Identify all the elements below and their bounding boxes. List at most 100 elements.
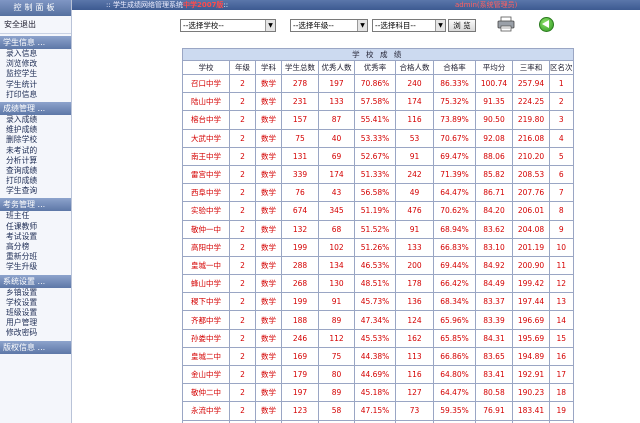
table-cell: 数学: [255, 401, 282, 421]
sidebar-item[interactable]: 班级设置: [0, 308, 71, 318]
table-cell: 66.42%: [433, 274, 476, 294]
sidebar-item[interactable]: 学生统计: [0, 80, 71, 90]
brand-label: 中学2007版: [182, 1, 224, 9]
sidebar-item[interactable]: 录入成绩: [0, 115, 71, 125]
subject-select-value: --选择科目--: [375, 21, 416, 30]
sidebar-item[interactable]: 打印成绩: [0, 176, 71, 186]
table-cell: 199.42: [512, 274, 550, 294]
sidebar-item[interactable]: 学生升级: [0, 262, 71, 272]
table-row: 雷宫中学 2 数学 339 174 51.33% 242 71.39% 85.82 208.53 6: [182, 164, 574, 185]
sidebar-section-title[interactable]: 考务管理 ...: [0, 198, 71, 212]
table-cell: 69.44%: [433, 255, 476, 276]
sidebar-item[interactable]: 维护成绩: [0, 125, 71, 135]
table-cell: 345: [318, 201, 355, 221]
table-cell: 100.74: [475, 73, 513, 94]
table-cell: 130: [318, 274, 355, 294]
table-cell: 52.67%: [354, 146, 396, 166]
table-cell: 西阜中学: [182, 183, 230, 203]
table-cell: 数学: [255, 328, 282, 348]
table-row: 西阜中学 2 数学 76 43 56.58% 49 64.47% 86.71 207.76 7: [182, 183, 574, 203]
table-caption-row: 学 校 成 绩: [182, 48, 574, 61]
sidebar-item[interactable]: 学校设置: [0, 298, 71, 308]
table-cell: 116: [395, 364, 434, 385]
browse-button[interactable]: 浏 览: [448, 19, 476, 32]
table-cell: 孙娄中学: [182, 328, 230, 348]
sidebar-item[interactable]: 考试设置: [0, 232, 71, 242]
table-cell: 76.91: [475, 401, 513, 421]
table-row: 皇城二中 2 数学 169 75 44.38% 113 66.86% 83.65 194.89 16: [182, 346, 574, 367]
table-cell: 57.58%: [354, 92, 396, 112]
table-row: 高阳中学 2 数学 199 102 51.26% 133 66.83% 83.10 201.19 1…: [182, 237, 574, 257]
table-cell: 召口中学: [182, 73, 230, 94]
sidebar-section-title[interactable]: 成绩管理 ...: [0, 101, 71, 115]
table-cell: 208.53: [512, 164, 550, 185]
grade-select-value: --选择年级--: [293, 21, 334, 30]
sidebar-item[interactable]: 乡镇设置: [0, 288, 71, 298]
sidebar-item[interactable]: 用户管理: [0, 318, 71, 328]
table-cell: 70.86%: [354, 73, 396, 94]
table-cell: 2: [229, 237, 256, 257]
table-cell: 46.53%: [354, 255, 396, 276]
table-cell: 5: [549, 146, 574, 166]
sidebar-section-title[interactable]: 系统设置 ...: [0, 274, 71, 288]
table-cell: 201.19: [512, 237, 550, 257]
table-cell: 数学: [255, 219, 282, 239]
table-cell: 88.06: [475, 146, 513, 166]
top-bar: :: 学生成绩网络管理系统中学2007版:: admin(系统管理员): [72, 0, 640, 10]
table-cell: 51.26%: [354, 237, 396, 257]
table-cell: 91: [395, 146, 434, 166]
sidebar-item[interactable]: 删除学校: [0, 135, 71, 145]
sidebar-item[interactable]: 监控学生: [0, 69, 71, 79]
column-header: 平均分: [475, 60, 513, 75]
table-cell: 数学: [255, 364, 282, 385]
table-cell: 257.94: [512, 73, 550, 94]
table-cell: 数学: [255, 183, 282, 203]
table-cell: 200: [395, 255, 434, 276]
table-row: 稷下中学 2 数学 199 91 45.73% 136 68.34% 83.37 197.44 13: [182, 292, 574, 312]
sidebar-item[interactable]: 打印信息: [0, 90, 71, 100]
table-cell: 75: [318, 346, 355, 367]
school-select[interactable]: --选择学校-- ▼: [180, 19, 276, 32]
table-cell: 大武中学: [182, 128, 230, 148]
table-cell: 194.89: [512, 346, 550, 367]
table-cell: 2: [229, 128, 256, 148]
sidebar-item[interactable]: 未考试的: [0, 146, 71, 156]
table-cell: 69.47%: [433, 146, 476, 166]
table-title: 学 校 成 绩: [182, 48, 574, 61]
table-cell: 数学: [255, 310, 282, 330]
table-row: 齐都中学 2 数学 188 89 47.34% 124 65.96% 83.39 196.69 14: [182, 310, 574, 330]
table-cell: 195.69: [512, 328, 550, 348]
table-cell: 83.65: [475, 346, 513, 367]
sidebar-item[interactable]: 查询成绩: [0, 166, 71, 176]
table-cell: 数学: [255, 237, 282, 257]
sidebar-item[interactable]: 分析计算: [0, 156, 71, 166]
sidebar-item[interactable]: 浏览修改: [0, 59, 71, 69]
printer-icon[interactable]: [497, 16, 515, 32]
logout-link[interactable]: 安全退出: [0, 16, 71, 34]
sidebar-item[interactable]: 重新分班: [0, 252, 71, 262]
sidebar-item[interactable]: 学生查询: [0, 186, 71, 196]
table-cell: 188: [281, 310, 319, 330]
table-cell: 数学: [255, 255, 282, 276]
table-cell: 数学: [255, 346, 282, 367]
table-cell: 83.10: [475, 237, 513, 257]
table-cell: 9: [549, 219, 574, 239]
table-cell: 197: [318, 73, 355, 94]
sidebar-item[interactable]: 班主任: [0, 211, 71, 221]
sidebar-sections: 学生信息 ... 录入信息 浏览修改 监控学生 学生统计 打印信息 成绩管理 ... 录入成绩…: [0, 36, 71, 354]
sidebar-section-title[interactable]: 学生信息 ...: [0, 36, 71, 49]
table-cell: 200.90: [512, 255, 550, 276]
grade-select[interactable]: --选择年级-- ▼: [290, 19, 368, 32]
school-scores-table: 学 校 成 绩 学校 年级 学科 学生总数 优秀人数 优秀率 合格人数 合格率 平均分 三率和 区名…: [182, 48, 574, 423]
sidebar-item[interactable]: 高分榜: [0, 242, 71, 252]
table-cell: 齐都中学: [182, 310, 230, 330]
sidebar-item[interactable]: 修改密码: [0, 328, 71, 338]
back-arrow-icon[interactable]: [539, 17, 554, 32]
subject-select[interactable]: --选择科目-- ▼: [372, 19, 446, 32]
table-cell: 2: [229, 364, 256, 385]
table-cell: 192.91: [512, 364, 550, 385]
sidebar-section-title[interactable]: 版权信息 ...: [0, 340, 71, 354]
sidebar-item[interactable]: 任课教师: [0, 222, 71, 232]
sidebar-item[interactable]: 录入信息: [0, 49, 71, 59]
table-cell: 敬仲一中: [182, 219, 230, 239]
